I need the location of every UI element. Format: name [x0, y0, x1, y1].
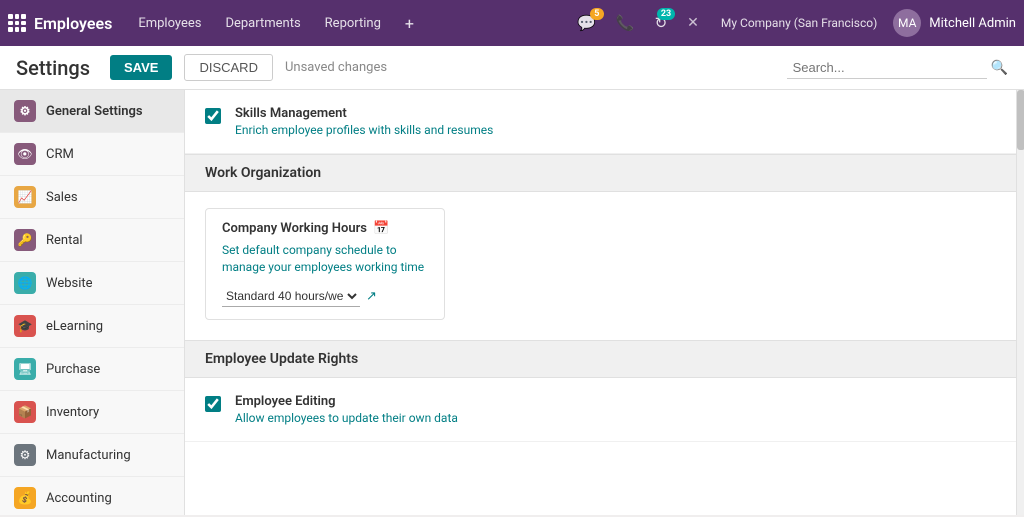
sidebar-item-accounting[interactable]: 💰 Accounting: [0, 477, 184, 515]
crm-icon: 👁: [14, 143, 36, 165]
save-button[interactable]: SAVE: [110, 55, 172, 80]
working-hours-card-title: Company Working Hours 📅: [222, 221, 428, 236]
skills-management-setting: Skills Management Enrich employee profil…: [185, 90, 1016, 154]
website-icon: 🌐: [14, 272, 36, 294]
employee-editing-content: Employee Editing Allow employees to upda…: [235, 394, 996, 425]
top-navigation: Employees Employees Departments Reportin…: [0, 0, 1024, 46]
grid-icon: [8, 14, 26, 32]
inventory-icon: 📦: [14, 401, 36, 423]
sidebar-item-label: Website: [46, 276, 93, 291]
sidebar-item-crm[interactable]: 👁 CRM: [0, 133, 184, 176]
page-title: Settings: [16, 56, 90, 80]
content-area: Skills Management Enrich employee profil…: [185, 90, 1016, 515]
avatar[interactable]: MA: [893, 9, 921, 37]
work-organization-header: Work Organization: [185, 154, 1016, 192]
purchase-icon: 🖥: [14, 358, 36, 380]
sidebar-item-label: General Settings: [46, 104, 143, 119]
sidebar-item-label: CRM: [46, 147, 74, 162]
sidebar-item-label: Accounting: [46, 491, 112, 506]
skills-management-checkbox[interactable]: [205, 108, 221, 124]
subheader-bar: Settings SAVE DISCARD Unsaved changes 🔍: [0, 46, 1024, 90]
sidebar-item-rental[interactable]: 🔑 Rental: [0, 219, 184, 262]
right-scroll-thumb[interactable]: [1017, 90, 1024, 150]
nav-employees[interactable]: Employees: [128, 10, 211, 37]
chat-icon-button[interactable]: 💬 5: [571, 10, 602, 36]
external-link-icon[interactable]: ↗: [366, 289, 377, 304]
sidebar-item-label: Inventory: [46, 405, 99, 420]
add-menu-button[interactable]: +: [395, 8, 424, 39]
company-selector[interactable]: My Company (San Francisco): [713, 16, 885, 30]
phone-icon-button[interactable]: 📞: [610, 10, 641, 36]
working-hours-select[interactable]: Standard 40 hours/we: [222, 286, 360, 307]
skills-management-content: Skills Management Enrich employee profil…: [235, 106, 996, 137]
employee-editing-setting: Employee Editing Allow employees to upda…: [185, 378, 1016, 442]
nav-reporting[interactable]: Reporting: [315, 10, 391, 37]
nav-departments[interactable]: Departments: [215, 10, 310, 37]
sidebar-item-label: Sales: [46, 190, 78, 205]
general-settings-icon: ⚙: [14, 100, 36, 122]
rental-icon: 🔑: [14, 229, 36, 251]
sidebar-item-label: Rental: [46, 233, 83, 248]
close-icon[interactable]: ✕: [681, 11, 705, 35]
chat-badge: 5: [590, 8, 604, 20]
company-working-hours-card: Company Working Hours 📅 Set default comp…: [205, 208, 445, 320]
sidebar-item-label: Manufacturing: [46, 448, 131, 463]
discard-button[interactable]: DISCARD: [184, 54, 273, 81]
sidebar-item-general-settings[interactable]: ⚙ General Settings: [0, 90, 184, 133]
elearning-icon: 🎓: [14, 315, 36, 337]
calendar-icon: 📅: [373, 221, 389, 236]
sidebar-item-manufacturing[interactable]: ⚙ Manufacturing: [0, 434, 184, 477]
refresh-badge: 23: [657, 8, 675, 20]
main-layout: ⚙ General Settings 👁 CRM 📈 Sales 🔑 Renta…: [0, 90, 1024, 515]
app-logo[interactable]: Employees: [8, 14, 112, 33]
employee-editing-desc: Allow employees to update their own data: [235, 411, 996, 425]
sidebar-item-inventory[interactable]: 📦 Inventory: [0, 391, 184, 434]
sidebar: ⚙ General Settings 👁 CRM 📈 Sales 🔑 Renta…: [0, 90, 185, 515]
sidebar-item-sales[interactable]: 📈 Sales: [0, 176, 184, 219]
search-icon[interactable]: 🔍: [991, 60, 1008, 76]
topnav-right-actions: 💬 5 📞 ↻ 23 ✕ My Company (San Francisco) …: [571, 9, 1016, 37]
nav-links: Employees Departments Reporting +: [128, 8, 571, 39]
working-hours-select-row: Standard 40 hours/we ↗: [222, 286, 428, 307]
employee-editing-checkbox[interactable]: [205, 396, 221, 412]
working-hours-title-text: Company Working Hours: [222, 221, 367, 236]
sidebar-item-elearning[interactable]: 🎓 eLearning: [0, 305, 184, 348]
sidebar-item-label: eLearning: [46, 319, 103, 334]
accounting-icon: 💰: [14, 487, 36, 509]
manufacturing-icon: ⚙: [14, 444, 36, 466]
skills-management-desc: Enrich employee profiles with skills and…: [235, 123, 996, 137]
employee-editing-title: Employee Editing: [235, 394, 996, 409]
username-label[interactable]: Mitchell Admin: [929, 16, 1016, 31]
refresh-icon-button[interactable]: ↻ 23: [649, 10, 674, 36]
employee-update-rights-header: Employee Update Rights: [185, 340, 1016, 378]
working-hours-card-desc: Set default company schedule to manage y…: [222, 242, 428, 276]
sidebar-item-purchase[interactable]: 🖥 Purchase: [0, 348, 184, 391]
sales-icon: 📈: [14, 186, 36, 208]
content-inner: Skills Management Enrich employee profil…: [185, 90, 1016, 442]
sidebar-item-website[interactable]: 🌐 Website: [0, 262, 184, 305]
app-title: Employees: [34, 14, 112, 33]
sidebar-item-label: Purchase: [46, 362, 100, 377]
right-scrollbar[interactable]: [1016, 90, 1024, 515]
unsaved-changes-label: Unsaved changes: [285, 60, 387, 75]
skills-management-title: Skills Management: [235, 106, 996, 121]
work-org-section: Company Working Hours 📅 Set default comp…: [185, 192, 1016, 340]
search-bar: 🔍: [787, 57, 1008, 79]
search-input[interactable]: [787, 57, 987, 79]
